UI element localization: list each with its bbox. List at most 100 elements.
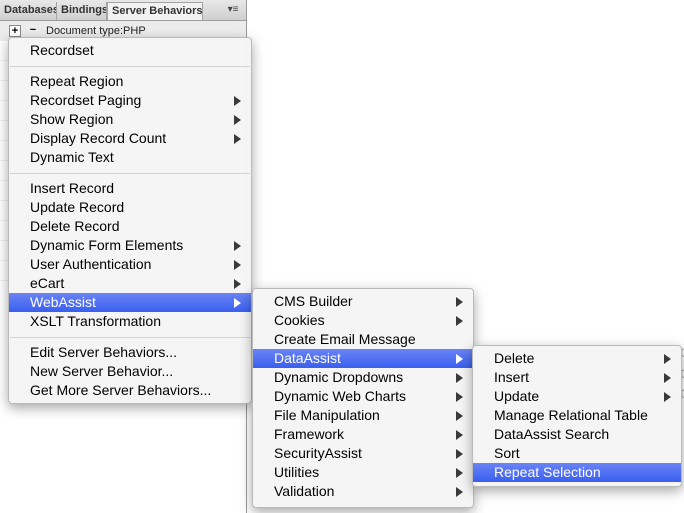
submenu-arrow-icon	[664, 373, 671, 383]
submenu-arrow-icon	[456, 316, 463, 326]
webassist-submenu: CMS Builder Cookies Create Email Message Da…	[252, 288, 474, 508]
menu-item-label: Sort	[494, 445, 520, 461]
menu-item-recordset[interactable]: Recordset	[9, 41, 251, 60]
remove-behavior-button[interactable]: −	[27, 25, 39, 37]
submenu-arrow-icon	[234, 279, 241, 289]
webassist-item-dynamic-dropdowns[interactable]: Dynamic Dropdowns	[253, 368, 473, 387]
menu-item-update-record[interactable]: Update Record	[9, 198, 251, 217]
webassist-item-cookies[interactable]: Cookies	[253, 311, 473, 330]
menu-item-label: DataAssist Search	[494, 426, 610, 442]
submenu-arrow-icon	[234, 115, 241, 125]
menu-item-get-more-server-behaviors[interactable]: Get More Server Behaviors...	[9, 381, 251, 400]
panel-tab-bar: Databases Bindings Server Behaviors ▾≡	[0, 0, 246, 21]
submenu-arrow-icon	[234, 134, 241, 144]
menu-item-dynamic-form-elements[interactable]: Dynamic Form Elements	[9, 236, 251, 255]
menu-item-label: Delete Record	[30, 218, 120, 234]
dataassist-submenu: Delete Insert Update Manage Relational Tabl…	[472, 345, 682, 487]
webassist-item-utilities[interactable]: Utilities	[253, 463, 473, 482]
menu-item-ecart[interactable]: eCart	[9, 274, 251, 293]
menu-item-label: Insert	[494, 369, 530, 385]
menu-item-label: Repeat Region	[30, 73, 124, 89]
submenu-arrow-icon	[456, 430, 463, 440]
menu-item-label: Update	[494, 388, 540, 404]
dataassist-item-manage-relational-table[interactable]: Manage Relational Table	[473, 406, 681, 425]
dataassist-item-delete[interactable]: Delete	[473, 349, 681, 368]
menu-item-repeat-region[interactable]: Repeat Region	[9, 72, 251, 91]
submenu-arrow-icon	[234, 241, 241, 251]
menu-item-label: SecurityAssist	[274, 445, 362, 461]
menu-separator	[10, 66, 250, 67]
tab-bindings[interactable]: Bindings	[57, 2, 107, 20]
dataassist-item-sort[interactable]: Sort	[473, 444, 681, 463]
menu-item-label: CMS Builder	[274, 293, 353, 309]
submenu-arrow-icon	[234, 96, 241, 106]
menu-item-new-server-behavior[interactable]: New Server Behavior...	[9, 362, 251, 381]
webassist-item-dynamic-web-charts[interactable]: Dynamic Web Charts	[253, 387, 473, 406]
menu-item-label: Show Region	[30, 111, 114, 127]
menu-item-insert-record[interactable]: Insert Record	[9, 179, 251, 198]
submenu-arrow-icon	[456, 449, 463, 459]
webassist-item-framework[interactable]: Framework	[253, 425, 473, 444]
menu-item-label: Framework	[274, 426, 345, 442]
menu-separator	[10, 337, 250, 338]
panel-options-icon[interactable]: ▾≡	[226, 4, 240, 16]
dataassist-item-update[interactable]: Update	[473, 387, 681, 406]
document-type-label: Document type:PHP	[46, 25, 146, 37]
menu-item-label: File Manipulation	[274, 407, 380, 423]
menu-item-recordset-paging[interactable]: Recordset Paging	[9, 91, 251, 110]
menu-item-label: Display Record Count	[30, 130, 167, 146]
menu-item-label: Update Record	[30, 199, 125, 215]
menu-item-label: Cookies	[274, 312, 325, 328]
add-behavior-button[interactable]: +	[9, 25, 21, 37]
menu-item-label: Insert Record	[30, 180, 115, 196]
menu-item-xslt-transformation[interactable]: XSLT Transformation	[9, 312, 251, 331]
menu-item-label: Repeat Selection	[494, 464, 601, 480]
menu-item-label: New Server Behavior...	[30, 363, 174, 379]
menu-item-edit-server-behaviors[interactable]: Edit Server Behaviors...	[9, 343, 251, 362]
tab-databases[interactable]: Databases	[0, 2, 57, 20]
menu-item-label: Recordset Paging	[30, 92, 142, 108]
menu-item-user-authentication[interactable]: User Authentication	[9, 255, 251, 274]
webassist-item-file-manipulation[interactable]: File Manipulation	[253, 406, 473, 425]
menu-item-label: Validation	[274, 483, 335, 499]
menu-item-label: User Authentication	[30, 256, 152, 272]
menu-item-label: Dynamic Web Charts	[274, 388, 407, 404]
submenu-arrow-icon	[456, 411, 463, 421]
webassist-item-cms-builder[interactable]: CMS Builder	[253, 292, 473, 311]
menu-item-label: Utilities	[274, 464, 320, 480]
menu-item-label: Edit Server Behaviors...	[30, 344, 178, 360]
submenu-arrow-icon	[456, 487, 463, 497]
menu-item-delete-record[interactable]: Delete Record	[9, 217, 251, 236]
webassist-item-dataassist[interactable]: DataAssist	[253, 349, 473, 368]
submenu-arrow-icon	[456, 297, 463, 307]
menu-item-label: DataAssist	[274, 350, 341, 366]
menu-item-webassist[interactable]: WebAssist	[9, 293, 251, 312]
submenu-arrow-icon	[664, 392, 671, 402]
submenu-arrow-icon	[456, 354, 463, 364]
menu-item-label: Dynamic Dropdowns	[274, 369, 404, 385]
webassist-item-validation[interactable]: Validation	[253, 482, 473, 501]
menu-separator	[10, 173, 250, 174]
submenu-arrow-icon	[456, 468, 463, 478]
submenu-arrow-icon	[234, 260, 241, 270]
webassist-item-create-email-message[interactable]: Create Email Message	[253, 330, 473, 349]
dataassist-item-insert[interactable]: Insert	[473, 368, 681, 387]
submenu-arrow-icon	[456, 373, 463, 383]
menu-item-show-region[interactable]: Show Region	[9, 110, 251, 129]
menu-item-display-record-count[interactable]: Display Record Count	[9, 129, 251, 148]
tab-server-behaviors[interactable]: Server Behaviors	[107, 2, 203, 20]
menu-item-label: Manage Relational Table	[494, 407, 648, 423]
menu-item-label: Create Email Message	[274, 331, 416, 347]
dataassist-item-dataassist-search[interactable]: DataAssist Search	[473, 425, 681, 444]
server-behaviors-menu: Recordset Repeat Region Recordset Paging Sh…	[8, 37, 252, 404]
submenu-arrow-icon	[234, 298, 241, 308]
menu-item-label: WebAssist	[30, 294, 96, 310]
menu-item-dynamic-text[interactable]: Dynamic Text	[9, 148, 251, 167]
dataassist-item-repeat-selection[interactable]: Repeat Selection	[473, 463, 681, 482]
webassist-item-securityassist[interactable]: SecurityAssist	[253, 444, 473, 463]
menu-item-label: Dynamic Form Elements	[30, 237, 184, 253]
submenu-arrow-icon	[456, 392, 463, 402]
menu-item-label: XSLT Transformation	[30, 313, 161, 329]
menu-item-label: Get More Server Behaviors...	[30, 382, 212, 398]
submenu-arrow-icon	[664, 354, 671, 364]
